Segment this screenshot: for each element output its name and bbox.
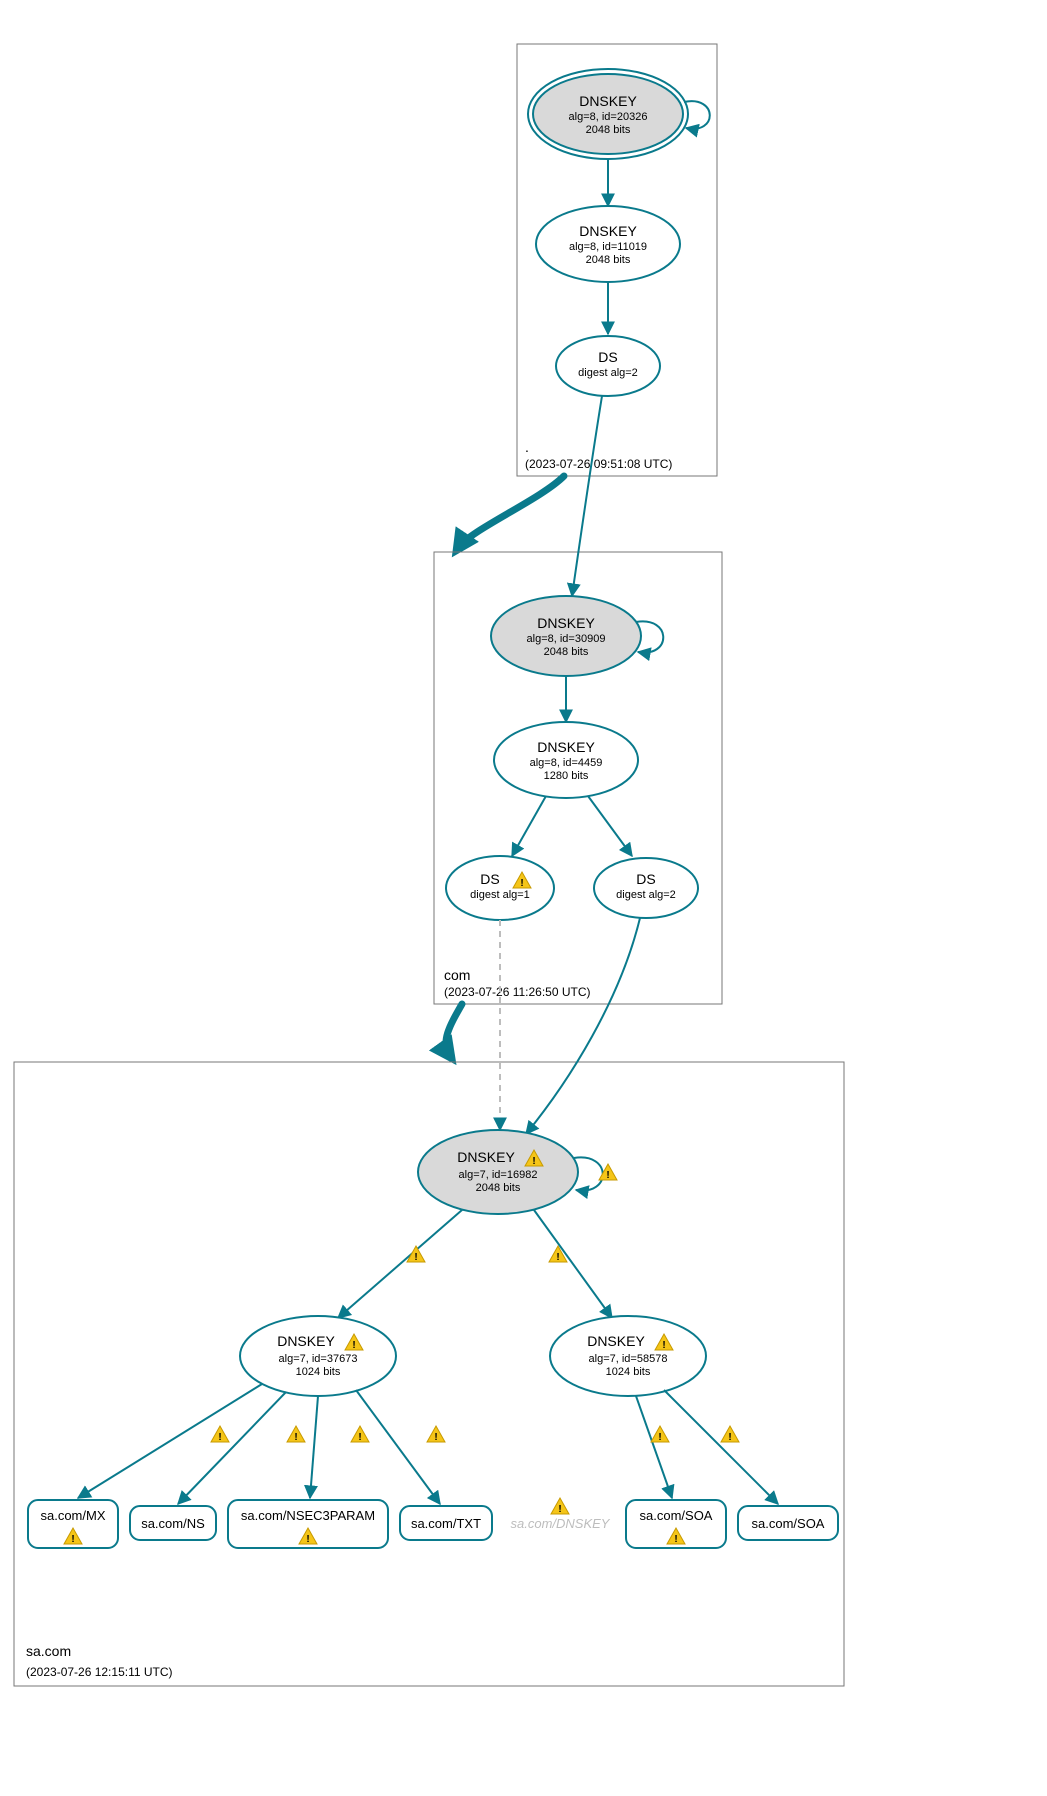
svg-text:digest alg=2: digest alg=2 <box>616 889 676 901</box>
warn-icon <box>651 1426 669 1443</box>
svg-text:alg=8, id=30909: alg=8, id=30909 <box>527 633 606 645</box>
svg-text:2048 bits: 2048 bits <box>586 124 631 136</box>
com-ds2-node[interactable]: DS digest alg=2 <box>594 858 698 918</box>
svg-text:2048 bits: 2048 bits <box>586 254 631 266</box>
svg-text:DS: DS <box>598 349 617 365</box>
rr-txt[interactable]: sa.com/TXT <box>400 1506 492 1540</box>
warn-icon <box>549 1246 567 1263</box>
rr-mx[interactable]: sa.com/MX <box>28 1500 118 1548</box>
svg-text:DNSKEY: DNSKEY <box>277 1333 335 1349</box>
svg-text:1024 bits: 1024 bits <box>296 1366 341 1378</box>
root-ksk-node[interactable]: DNSKEY alg=8, id=20326 2048 bits <box>528 69 688 159</box>
svg-text:DNSKEY: DNSKEY <box>537 739 595 755</box>
svg-text:DNSKEY: DNSKEY <box>579 223 637 239</box>
sa-zsk1-node[interactable]: DNSKEY alg=7, id=37673 1024 bits <box>240 1316 396 1396</box>
svg-text:sa.com/TXT: sa.com/TXT <box>411 1516 481 1531</box>
svg-text:digest alg=2: digest alg=2 <box>578 367 638 379</box>
svg-text:DNSKEY: DNSKEY <box>537 615 595 631</box>
svg-text:2048 bits: 2048 bits <box>544 646 589 658</box>
svg-text:digest alg=1: digest alg=1 <box>470 889 530 901</box>
rr-soa2[interactable]: sa.com/SOA <box>738 1506 838 1540</box>
svg-text:DNSKEY: DNSKEY <box>579 93 637 109</box>
svg-text:DNSKEY: DNSKEY <box>587 1333 645 1349</box>
warn-icon <box>551 1498 569 1515</box>
com-ds1-node[interactable]: DS digest alg=1 <box>446 856 554 920</box>
rr-nsec3[interactable]: sa.com/NSEC3PARAM <box>228 1500 388 1548</box>
svg-text:sa.com/NS: sa.com/NS <box>141 1516 205 1531</box>
com-ksk-node[interactable]: DNSKEY alg=8, id=30909 2048 bits <box>491 596 641 676</box>
root-ds-node[interactable]: DS digest alg=2 <box>556 336 660 396</box>
svg-text:DS: DS <box>636 871 655 887</box>
rr-soa1[interactable]: sa.com/SOA <box>626 1500 726 1548</box>
svg-text:alg=7, id=37673: alg=7, id=37673 <box>279 1353 358 1365</box>
svg-text:sa.com/SOA: sa.com/SOA <box>752 1516 825 1531</box>
svg-text:1280 bits: 1280 bits <box>544 770 589 782</box>
rr-dnskey-ghost: sa.com/DNSKEY <box>511 1516 611 1531</box>
svg-text:(2023-07-26 11:26:50 UTC): (2023-07-26 11:26:50 UTC) <box>444 985 591 999</box>
sa-zsk2-node[interactable]: DNSKEY alg=7, id=58578 1024 bits <box>550 1316 706 1396</box>
com-zsk-node[interactable]: DNSKEY alg=8, id=4459 1280 bits <box>494 722 638 798</box>
rr-ns[interactable]: sa.com/NS <box>130 1506 216 1540</box>
svg-text:DNSKEY: DNSKEY <box>457 1149 515 1165</box>
svg-text:1024 bits: 1024 bits <box>606 1366 651 1378</box>
root-zone-name: . <box>525 439 529 455</box>
svg-text:2048 bits: 2048 bits <box>476 1182 521 1194</box>
svg-text:alg=7, id=58578: alg=7, id=58578 <box>589 1353 668 1365</box>
dnssec-graph: ! . (2023-07-26 09:51:08 UTC) DNSKEY alg… <box>0 0 1047 1796</box>
warn-icon <box>211 1426 229 1443</box>
svg-text:DS: DS <box>480 871 499 887</box>
svg-text:alg=7, id=16982: alg=7, id=16982 <box>459 1169 538 1181</box>
com-zone-name: com <box>444 967 470 983</box>
root-zone-ts: (2023-07-26 09:51:08 UTC) <box>525 457 672 471</box>
sa-ksk-node[interactable]: DNSKEY alg=7, id=16982 2048 bits <box>418 1130 578 1214</box>
svg-text:(2023-07-26 12:15:11 UTC): (2023-07-26 12:15:11 UTC) <box>26 1665 173 1679</box>
svg-text:sa.com/NSEC3PARAM: sa.com/NSEC3PARAM <box>241 1508 375 1523</box>
warn-icon <box>287 1426 305 1443</box>
warn-icon <box>427 1426 445 1443</box>
svg-text:sa.com/SOA: sa.com/SOA <box>640 1508 713 1523</box>
root-zsk-node[interactable]: DNSKEY alg=8, id=11019 2048 bits <box>536 206 680 282</box>
svg-text:sa.com/MX: sa.com/MX <box>40 1508 105 1523</box>
svg-text:alg=8, id=4459: alg=8, id=4459 <box>530 757 603 769</box>
sa-zone-name: sa.com <box>26 1643 71 1659</box>
warn-icon <box>721 1426 739 1443</box>
svg-text:alg=8, id=20326: alg=8, id=20326 <box>569 111 648 123</box>
warn-icon <box>351 1426 369 1443</box>
svg-text:alg=8, id=11019: alg=8, id=11019 <box>569 241 647 253</box>
